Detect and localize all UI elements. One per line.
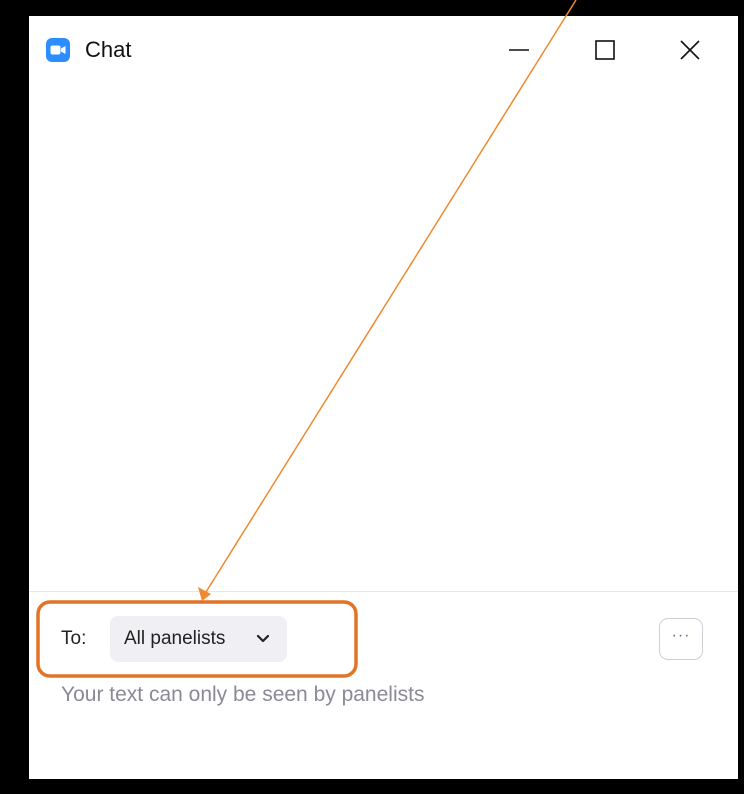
- annotation-overlay: [36, 0, 577, 678]
- annotation-arrow-line: [205, 0, 577, 593]
- annotation-highlight-box: [36, 600, 358, 678]
- annotation-arrowhead-icon: [198, 587, 211, 601]
